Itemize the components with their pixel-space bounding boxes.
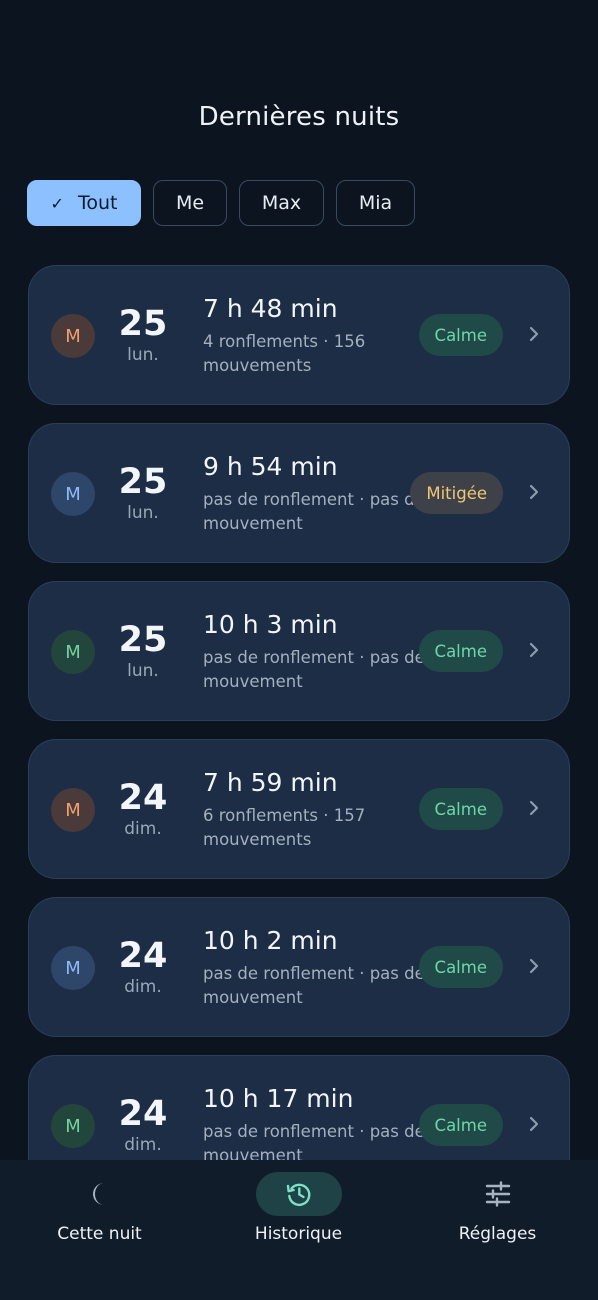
filter-chip-label: Max bbox=[261, 192, 302, 214]
bottom-navigation: Cette nuit Historique Réglages bbox=[0, 1160, 598, 1300]
chevron-right-icon bbox=[529, 1116, 539, 1132]
night-card[interactable]: M 24 dim. 10 h 2 min pas de ronflement ·… bbox=[28, 897, 570, 1037]
night-details: 4 ronflements · 156 mouvements bbox=[203, 332, 366, 375]
weekday: dim. bbox=[124, 977, 162, 997]
weekday: lun. bbox=[127, 503, 159, 523]
night-info: 9 h 54 min pas de ronflement · pas de mo… bbox=[203, 450, 425, 536]
chevron-right-icon bbox=[529, 484, 539, 500]
sleep-duration: 10 h 3 min bbox=[203, 610, 338, 639]
weekday: dim. bbox=[124, 1135, 162, 1155]
avatar: M bbox=[51, 472, 95, 516]
filter-chip-label: Me bbox=[175, 192, 205, 214]
sleep-duration: 10 h 2 min bbox=[203, 926, 338, 955]
chevron-right-icon bbox=[529, 800, 539, 816]
night-date: 24 dim. bbox=[115, 1094, 171, 1156]
nav-item-historique[interactable]: Historique bbox=[199, 1172, 398, 1244]
night-details: pas de ronflement · pas de mouvement bbox=[203, 1122, 425, 1160]
night-info: 10 h 3 min pas de ronflement · pas de mo… bbox=[203, 608, 425, 694]
night-info: 10 h 2 min pas de ronflement · pas de mo… bbox=[203, 924, 425, 1010]
night-card[interactable]: M 25 lun. 10 h 3 min pas de ronflement ·… bbox=[28, 581, 570, 721]
history-icon bbox=[286, 1183, 310, 1206]
nav-label: Historique bbox=[254, 1224, 343, 1244]
nav-item-reglages[interactable]: Réglages bbox=[398, 1172, 597, 1244]
filter-chip-max[interactable]: Max bbox=[239, 180, 324, 226]
night-details: pas de ronflement · pas de mouvement bbox=[203, 490, 425, 533]
night-details: 6 ronflements · 157 mouvements bbox=[203, 806, 366, 849]
moon-icon bbox=[92, 1183, 104, 1205]
filter-chip-label: Mia bbox=[358, 192, 393, 214]
chevron-right-icon bbox=[529, 642, 539, 658]
day-number: 24 bbox=[118, 936, 168, 976]
history-screen: Dernières nuits ✓ Tout Me Max Mia M 25 l… bbox=[0, 0, 598, 1300]
night-date: 25 lun. bbox=[115, 620, 171, 682]
night-details: pas de ronflement · pas de mouvement bbox=[203, 648, 425, 691]
night-date: 24 dim. bbox=[115, 936, 171, 998]
nav-label: Cette nuit bbox=[57, 1224, 142, 1244]
filter-chip-tout[interactable]: ✓ Tout bbox=[27, 180, 141, 226]
night-info: 7 h 48 min 4 ronflements · 156 mouvement… bbox=[203, 292, 425, 378]
filter-chip-mia[interactable]: Mia bbox=[336, 180, 415, 226]
avatar: M bbox=[51, 1104, 95, 1148]
nav-label: Réglages bbox=[458, 1224, 537, 1244]
weekday: lun. bbox=[127, 661, 159, 681]
nav-icon-container bbox=[57, 1172, 143, 1216]
weekday: lun. bbox=[127, 345, 159, 365]
check-icon: ✓ bbox=[50, 193, 64, 213]
night-card[interactable]: M 24 dim. 7 h 59 min 6 ronflements · 157… bbox=[28, 739, 570, 879]
avatar: M bbox=[51, 946, 95, 990]
night-info: 10 h 17 min pas de ronflement · pas de m… bbox=[203, 1082, 425, 1160]
nav-item-cette-nuit[interactable]: Cette nuit bbox=[0, 1172, 199, 1244]
status-badge: Calme bbox=[418, 788, 503, 830]
person-filter-chips: ✓ Tout Me Max Mia bbox=[27, 180, 415, 226]
night-card[interactable]: M 25 lun. 9 h 54 min pas de ronflement ·… bbox=[28, 423, 570, 563]
avatar: M bbox=[51, 788, 95, 832]
night-date: 24 dim. bbox=[115, 778, 171, 840]
avatar: M bbox=[51, 314, 95, 358]
night-info: 7 h 59 min 6 ronflements · 157 mouvement… bbox=[203, 766, 425, 852]
status-badge: Calme bbox=[418, 314, 503, 356]
sleep-duration: 9 h 54 min bbox=[203, 452, 338, 481]
filter-chip-me[interactable]: Me bbox=[153, 180, 227, 226]
night-card[interactable]: M 25 lun. 7 h 48 min 4 ronflements · 156… bbox=[28, 265, 570, 405]
day-number: 25 bbox=[118, 304, 168, 344]
chevron-right-icon bbox=[529, 326, 539, 342]
sleep-duration: 10 h 17 min bbox=[203, 1084, 354, 1113]
night-card[interactable]: M 24 dim. 10 h 17 min pas de ronflement … bbox=[28, 1055, 570, 1160]
day-number: 25 bbox=[118, 620, 168, 660]
day-number: 24 bbox=[118, 1094, 168, 1134]
sleep-duration: 7 h 48 min bbox=[203, 294, 338, 323]
day-number: 24 bbox=[118, 778, 168, 818]
weekday: dim. bbox=[124, 819, 162, 839]
night-details: pas de ronflement · pas de mouvement bbox=[203, 964, 425, 1007]
night-date: 25 lun. bbox=[115, 462, 171, 524]
filter-chip-label: Tout bbox=[77, 192, 118, 214]
status-badge: Mitigée bbox=[410, 472, 503, 514]
day-number: 25 bbox=[118, 462, 168, 502]
night-date: 25 lun. bbox=[115, 304, 171, 366]
sliders-icon bbox=[485, 1181, 510, 1207]
nights-list[interactable]: M 25 lun. 7 h 48 min 4 ronflements · 156… bbox=[28, 265, 570, 1160]
chevron-right-icon bbox=[529, 958, 539, 974]
page-title: Dernières nuits bbox=[198, 102, 400, 132]
status-badge: Calme bbox=[418, 1104, 503, 1146]
sleep-duration: 7 h 59 min bbox=[203, 768, 338, 797]
avatar: M bbox=[51, 630, 95, 674]
nav-icon-container bbox=[255, 1172, 342, 1216]
nav-icon-container bbox=[455, 1172, 541, 1216]
status-badge: Calme bbox=[418, 630, 503, 672]
status-badge: Calme bbox=[418, 946, 503, 988]
